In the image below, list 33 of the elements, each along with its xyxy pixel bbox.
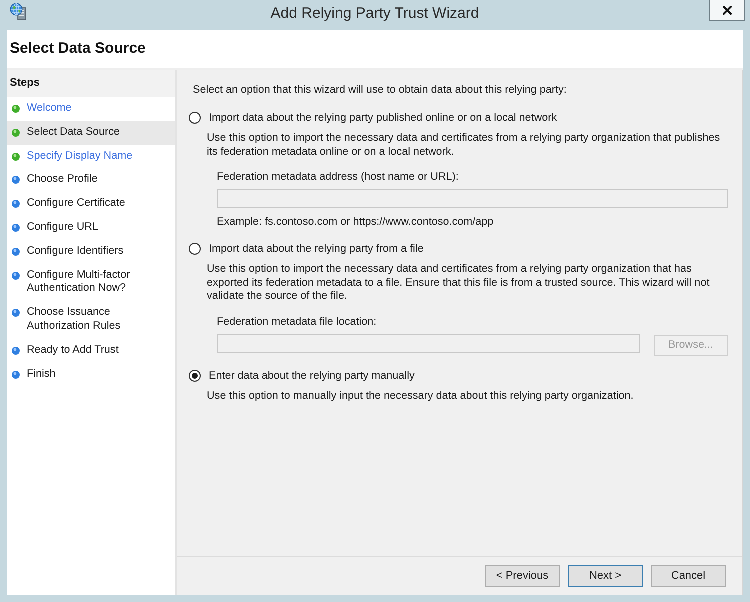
step-item: Finish — [7, 362, 175, 386]
step-item: Select Data Source — [7, 120, 175, 145]
steps-heading: Steps — [10, 76, 40, 92]
page-title: Select Data Source — [10, 38, 146, 59]
close-button[interactable] — [709, 0, 745, 21]
step-item[interactable]: Welcome — [7, 97, 175, 121]
step-item: Ready to Add Trust — [7, 338, 175, 363]
wizard-button[interactable]: Next > — [568, 565, 643, 587]
option-label[interactable]: Import data about the relying party published online or on a local network — [209, 111, 558, 125]
step-item: Choose Profile — [7, 168, 175, 192]
option-description: Use this option to import the necessary data and certificates from a relying party organization that has exported its federation metadata to a file. Ensure that this file is from a trusted source. This wizard will not validate the source of the file. — [207, 263, 711, 304]
close-icon — [722, 6, 732, 14]
option-label[interactable]: Import data about the relying party from a file — [209, 242, 424, 256]
field-label: Federation metadata file location: — [217, 314, 378, 328]
step-item: Configure Identifiers — [7, 240, 175, 264]
radio-button[interactable] — [189, 112, 201, 124]
example-text: Example: fs.contoso.com or https://www.contoso.com/app — [217, 215, 495, 229]
option-description: Use this option to manually input the necessary data about this relying party organization. — [207, 390, 635, 403]
wizard-button[interactable]: < Previous — [485, 565, 560, 587]
option-description: Use this option to import the necessary data and certificates from a relying party organization that publishes its federation metadata online or on a local network. — [207, 132, 722, 159]
globe-server-icon — [10, 3, 27, 21]
option-label[interactable]: Enter data about the relying party manually — [209, 368, 415, 382]
wizard-button[interactable]: Cancel — [651, 565, 726, 587]
step-item: Configure URL — [7, 216, 175, 240]
radio-button[interactable] — [189, 370, 201, 382]
radio-button[interactable] — [189, 243, 201, 255]
field-label: Federation metadata address (host name or URL): — [217, 170, 460, 184]
window-title: Add Relying Party Trust Wizard — [270, 4, 480, 24]
prompt-text: Select an option that this wizard will use to obtain data about this relying party: — [192, 83, 568, 97]
step-item: Choose Issuance Authorization Rules — [7, 301, 175, 339]
step-item: Configure Multi-factor Authentication Now? — [7, 264, 175, 302]
step-item[interactable]: Specify Display Name — [7, 144, 175, 168]
step-item: Configure Certificate — [7, 192, 175, 216]
